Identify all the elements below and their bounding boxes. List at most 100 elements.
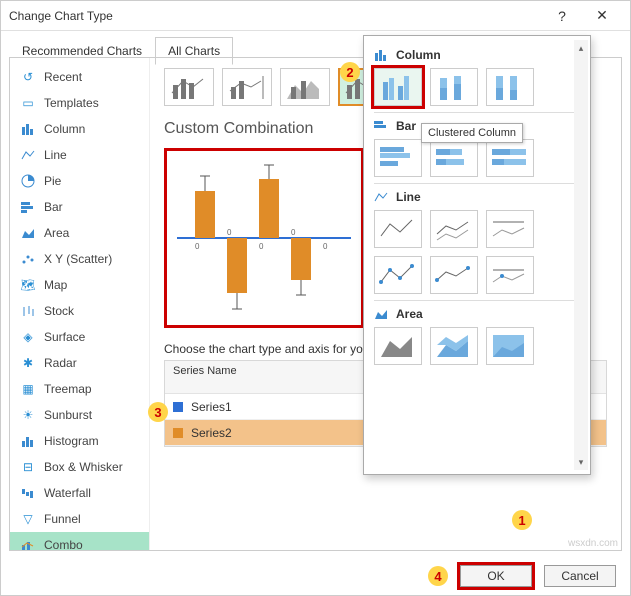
dd-stacked-line-markers[interactable] [430,256,478,294]
waterfall-icon [20,485,36,501]
sidebar-item-label: Recent [44,70,82,84]
svg-text:0: 0 [323,242,328,251]
funnel-icon: ▽ [20,511,36,527]
dd-line-markers[interactable] [374,256,422,294]
dd-100-stacked-bar[interactable] [486,139,534,177]
sunburst-icon: ☀ [20,407,36,423]
chart-type-dropdown-panel: Column Bar Line [363,35,591,475]
scroll-up-icon[interactable]: ▴ [574,40,588,56]
ok-button[interactable]: OK [460,565,532,587]
svg-text:0: 0 [291,228,296,237]
sidebar-item-funnel[interactable]: ▽Funnel [10,506,149,532]
sidebar-item-label: Bar [44,200,63,214]
sidebar-item-surface[interactable]: ◈Surface [10,324,149,350]
histogram-icon [20,433,36,449]
series1-name: Series1 [191,400,369,414]
chart-category-sidebar: ↺ Recent ▭ Templates Column Line Pie Bar A… [10,58,150,550]
stock-icon [20,303,36,319]
dd-stacked-area[interactable] [430,327,478,365]
combo-icon [20,537,36,550]
templates-icon: ▭ [20,95,36,111]
scatter-icon [20,251,36,267]
dd-clustered-column[interactable] [374,68,422,106]
series2-name: Series2 [191,426,369,440]
tooltip-clustered-column: Clustered Column [421,123,523,143]
sidebar-item-histogram[interactable]: Histogram [10,428,149,454]
series1-swatch [173,402,183,412]
dd-stacked-bar[interactable] [430,139,478,177]
dd-100-stacked-line[interactable] [486,210,534,248]
recent-icon: ↺ [20,69,36,85]
radar-icon: ✱ [20,355,36,371]
sidebar-item-area[interactable]: Area [10,220,149,246]
chart-preview: 00000 [164,148,364,328]
sidebar-item-sunburst[interactable]: ☀ Sunburst [10,402,149,428]
sidebar-item-label: Area [44,226,69,240]
treemap-icon: ▦ [20,381,36,397]
col-series-name: Series Name [165,361,360,393]
dd-100-stacked-line-markers[interactable] [486,256,534,294]
sidebar-item-label: Surface [44,330,85,344]
dd-area[interactable] [374,327,422,365]
line-icon [20,147,36,163]
titlebar: Change Chart Type ? ✕ [1,1,630,31]
sidebar-item-label: X Y (Scatter) [44,252,112,266]
sidebar-item-bar[interactable]: Bar [10,194,149,220]
sidebar-item-column[interactable]: Column [10,116,149,142]
sidebar-item-label: Waterfall [44,486,91,500]
combo-subtype-3[interactable] [280,68,330,106]
bar-icon [374,120,388,132]
sidebar-item-waterfall[interactable]: Waterfall [10,480,149,506]
sidebar-item-scatter[interactable]: X Y (Scatter) [10,246,149,272]
area-icon [20,225,36,241]
dd-100-stacked-area[interactable] [486,327,534,365]
dd-line[interactable] [374,210,422,248]
sidebar-item-label: Map [44,278,67,292]
column-icon [374,49,388,61]
dropdown-scrollbar[interactable]: ▴ ▾ [574,40,588,470]
dd-clustered-bar[interactable] [374,139,422,177]
combo-subtype-2[interactable] [222,68,272,106]
scroll-down-icon[interactable]: ▾ [574,454,588,470]
change-chart-type-dialog: Change Chart Type ? ✕ Recommended Charts… [0,0,631,596]
area-icon [374,308,388,320]
sidebar-item-radar[interactable]: ✱Radar [10,350,149,376]
dd-100-stacked-column[interactable] [486,68,534,106]
dialog-title: Change Chart Type [9,9,542,23]
dialog-footer: 4 OK Cancel [428,565,616,587]
sidebar-item-label: Templates [44,96,99,110]
sidebar-item-label: Box & Whisker [44,460,123,474]
annotation-2: 2 [340,62,360,82]
bar-icon [20,199,36,215]
svg-text:0: 0 [259,242,264,251]
annotation-3: 3 [148,402,168,422]
watermark: wsxdn.com [568,538,618,549]
sidebar-item-map[interactable]: 🗺Map [10,272,149,298]
dd-section-line: Line [374,190,580,204]
help-button[interactable]: ? [542,2,582,30]
sidebar-item-templates[interactable]: ▭ Templates [10,90,149,116]
cancel-button[interactable]: Cancel [544,565,616,587]
sidebar-item-stock[interactable]: Stock [10,298,149,324]
sidebar-item-label: Histogram [44,434,99,448]
sidebar-item-line[interactable]: Line [10,142,149,168]
sidebar-item-treemap[interactable]: ▦Treemap [10,376,149,402]
box-whisker-icon: ⊟ [20,459,36,475]
sidebar-item-label: Sunburst [44,408,92,422]
series2-swatch [173,428,183,438]
annotation-4: 4 [428,566,448,586]
close-button[interactable]: ✕ [582,2,622,30]
combo-subtype-1[interactable] [164,68,214,106]
column-icon [20,121,36,137]
dd-stacked-column[interactable] [430,68,478,106]
sidebar-item-label: Pie [44,174,61,188]
sidebar-item-box-whisker[interactable]: ⊟ Box & Whisker [10,454,149,480]
dd-stacked-line[interactable] [430,210,478,248]
sidebar-item-label: Line [44,148,67,162]
sidebar-item-combo[interactable]: Combo [10,532,149,550]
sidebar-item-recent[interactable]: ↺ Recent [10,64,149,90]
sidebar-item-pie[interactable]: Pie [10,168,149,194]
dd-section-column: Column [374,48,580,62]
sidebar-item-label: Combo [44,538,83,550]
dd-section-area: Area [374,307,580,321]
